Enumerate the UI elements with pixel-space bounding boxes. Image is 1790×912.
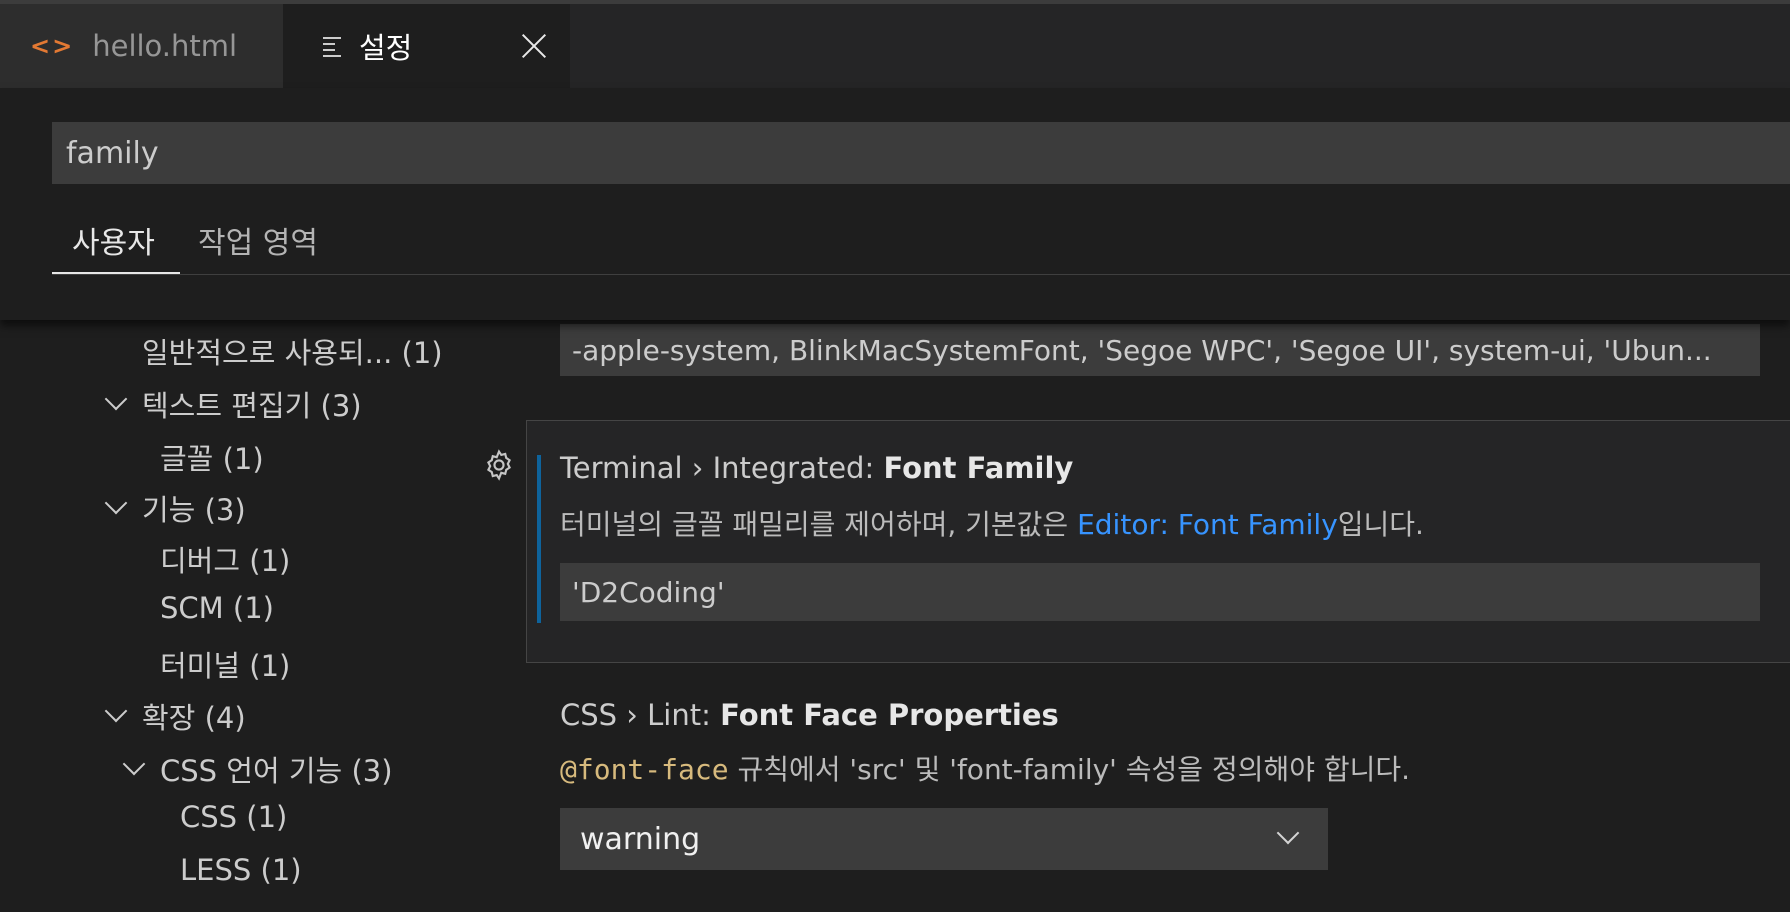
chevron-down-icon[interactable]: [104, 387, 128, 411]
tab-hello-html[interactable]: <> hello.html: [0, 4, 283, 88]
chevron-down-icon[interactable]: [104, 491, 128, 515]
setting-description: @font-face 규칙에서 'src' 및 'font-family' 속성…: [560, 748, 1410, 788]
tab-label: 설정: [359, 31, 413, 65]
toc-item[interactable]: SCM (1): [160, 591, 274, 625]
vscode-window: <> hello.html 설정 사용자 작업 영역 일반적으로 사용되... …: [0, 0, 1790, 912]
editor-tab-bar: <> hello.html 설정: [0, 0, 1790, 88]
editor-font-family-link[interactable]: Editor: Font Family: [1077, 508, 1338, 541]
description-text: 규칙에서 'src' 및 'font-family' 속성을 정의해야 합니다.: [728, 753, 1411, 786]
select-value: warning: [580, 821, 701, 857]
close-icon[interactable]: [520, 32, 548, 60]
toc-item[interactable]: 텍스트 편집기 (3): [142, 383, 362, 425]
setting-description: 터미널의 글꼴 패밀리를 제어하며, 기본값은 Editor: Font Fam…: [560, 503, 1424, 543]
editor-font-family-input[interactable]: -apple-system, BlinkMacSystemFont, 'Sego…: [560, 324, 1760, 376]
settings-search-box[interactable]: [52, 122, 1790, 184]
toc-item[interactable]: 터미널 (1): [160, 643, 290, 685]
setting-name: Font Face Properties: [720, 698, 1059, 732]
setting-category: Terminal › Integrated:: [560, 451, 884, 485]
description-text: 입니다.: [1337, 508, 1424, 541]
setting-name: Font Family: [883, 451, 1074, 485]
code-icon: <>: [30, 32, 75, 60]
chevron-down-icon[interactable]: [104, 699, 128, 723]
tab-label: hello.html: [92, 29, 238, 63]
toc-item[interactable]: 글꼴 (1): [160, 436, 264, 478]
toc-item[interactable]: 일반적으로 사용되... (1): [142, 330, 443, 372]
toc-item[interactable]: CSS 언어 기능 (3): [160, 748, 393, 790]
tab-workspace[interactable]: 작업 영역: [198, 218, 318, 262]
toc-item[interactable]: 디버그 (1): [160, 538, 290, 580]
chevron-down-icon[interactable]: [122, 752, 146, 776]
scope-tabs: 사용자 작업 영역: [52, 218, 1790, 275]
settings-header: 사용자 작업 영역: [0, 88, 1790, 320]
tab-user[interactable]: 사용자: [72, 218, 155, 262]
settings-lines-icon: [323, 35, 345, 57]
font-face-severity-select[interactable]: warning: [560, 808, 1328, 870]
toc-item[interactable]: CSS (1): [180, 800, 287, 834]
setting-title: CSS › Lint: Font Face Properties: [560, 698, 1059, 732]
active-tab-indicator: [52, 272, 180, 274]
focus-indicator: [537, 455, 541, 623]
setting-title: Terminal › Integrated: Font Family: [560, 451, 1073, 485]
description-text: 터미널의 글꼴 패밀리를 제어하며, 기본값은: [560, 508, 1078, 541]
chevron-down-icon: [1276, 821, 1300, 845]
code-snippet: @font-face: [560, 753, 729, 786]
settings-toc: 일반적으로 사용되... (1) 텍스트 편집기 (3) 글꼴 (1) 기능 (…: [0, 320, 500, 912]
gear-icon[interactable]: [482, 448, 516, 482]
search-input[interactable]: [64, 134, 1790, 172]
setting-category: CSS › Lint:: [560, 698, 721, 732]
toc-item[interactable]: 기능 (3): [142, 487, 246, 529]
toc-item[interactable]: 확장 (4): [142, 695, 246, 737]
tab-settings[interactable]: 설정: [283, 4, 570, 88]
terminal-font-family-input[interactable]: 'D2Coding': [560, 563, 1760, 621]
toc-item[interactable]: LESS (1): [180, 853, 302, 887]
